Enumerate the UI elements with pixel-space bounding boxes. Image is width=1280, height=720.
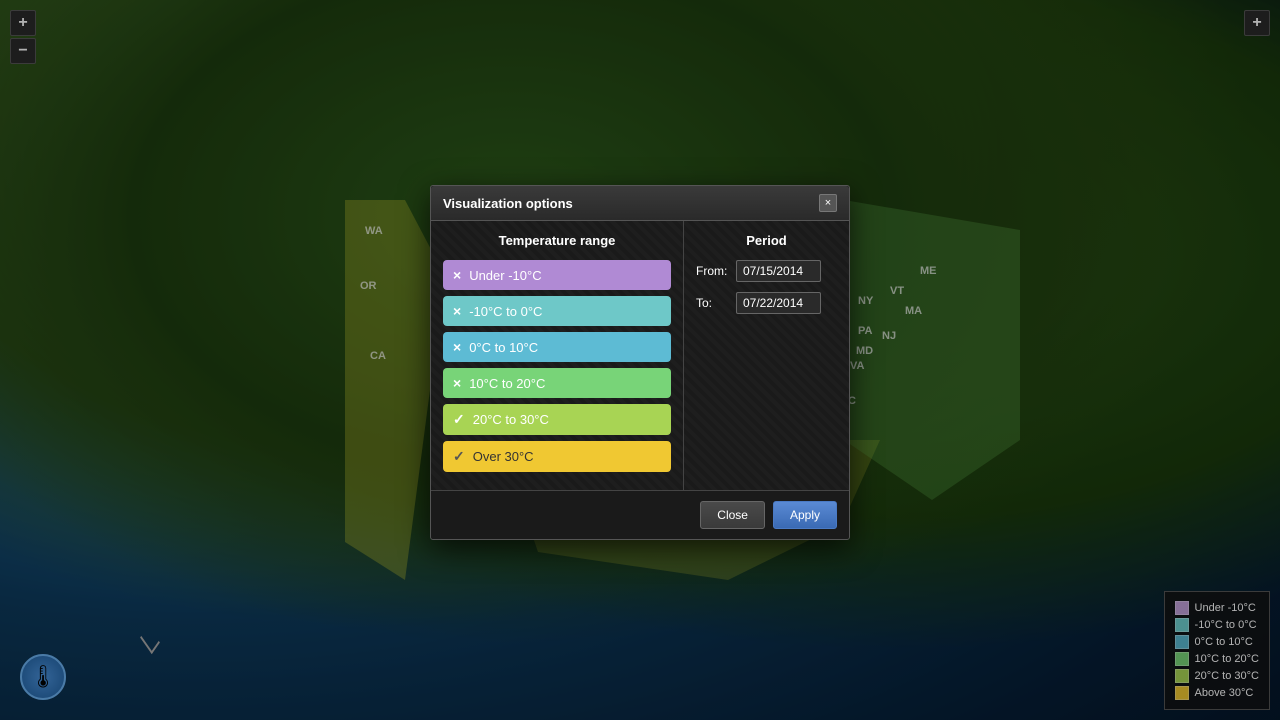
- period-header: Period: [696, 233, 837, 248]
- to-date-input[interactable]: [736, 292, 821, 314]
- period-to-row: To:: [696, 292, 837, 314]
- temp-range-20-30-button[interactable]: ✓ 20°C to 30°C: [443, 404, 671, 435]
- dialog-footer: Close Apply: [431, 491, 849, 539]
- temp-range-minus10-0-button[interactable]: × -10°C to 0°C: [443, 296, 671, 326]
- 20-30-check-icon: ✓: [453, 411, 465, 428]
- under-10-label: Under -10°C: [469, 268, 541, 283]
- 10-20-label: 10°C to 20°C: [469, 376, 545, 391]
- dialog-close-x-button[interactable]: ×: [819, 194, 837, 212]
- minus10-0-check-icon: ×: [453, 303, 461, 319]
- minus10-0-label: -10°C to 0°C: [469, 304, 542, 319]
- period-from-row: From:: [696, 260, 837, 282]
- apply-button[interactable]: Apply: [773, 501, 837, 529]
- from-date-input[interactable]: [736, 260, 821, 282]
- dialog-titlebar: Visualization options ×: [431, 186, 849, 221]
- 20-30-label: 20°C to 30°C: [473, 412, 549, 427]
- 10-20-check-icon: ×: [453, 375, 461, 391]
- temp-range-under-10-button[interactable]: × Under -10°C: [443, 260, 671, 290]
- to-label: To:: [696, 296, 728, 310]
- period-panel: Period From: To:: [684, 221, 849, 490]
- 0-10-label: 0°C to 10°C: [469, 340, 538, 355]
- under-10-check-icon: ×: [453, 267, 461, 283]
- visualization-options-dialog: Visualization options × Temperature rang…: [430, 185, 850, 540]
- 0-10-check-icon: ×: [453, 339, 461, 355]
- temperature-range-header: Temperature range: [443, 233, 671, 248]
- dialog-title: Visualization options: [443, 196, 573, 211]
- dialog-body: Temperature range × Under -10°C × -10°C …: [431, 221, 849, 491]
- from-label: From:: [696, 264, 728, 278]
- over30-check-icon: ✓: [453, 448, 465, 465]
- close-button[interactable]: Close: [700, 501, 765, 529]
- over30-label: Over 30°C: [473, 449, 534, 464]
- temp-range-0-10-button[interactable]: × 0°C to 10°C: [443, 332, 671, 362]
- temperature-range-panel: Temperature range × Under -10°C × -10°C …: [431, 221, 684, 490]
- temp-range-10-20-button[interactable]: × 10°C to 20°C: [443, 368, 671, 398]
- temp-range-over30-button[interactable]: ✓ Over 30°C: [443, 441, 671, 472]
